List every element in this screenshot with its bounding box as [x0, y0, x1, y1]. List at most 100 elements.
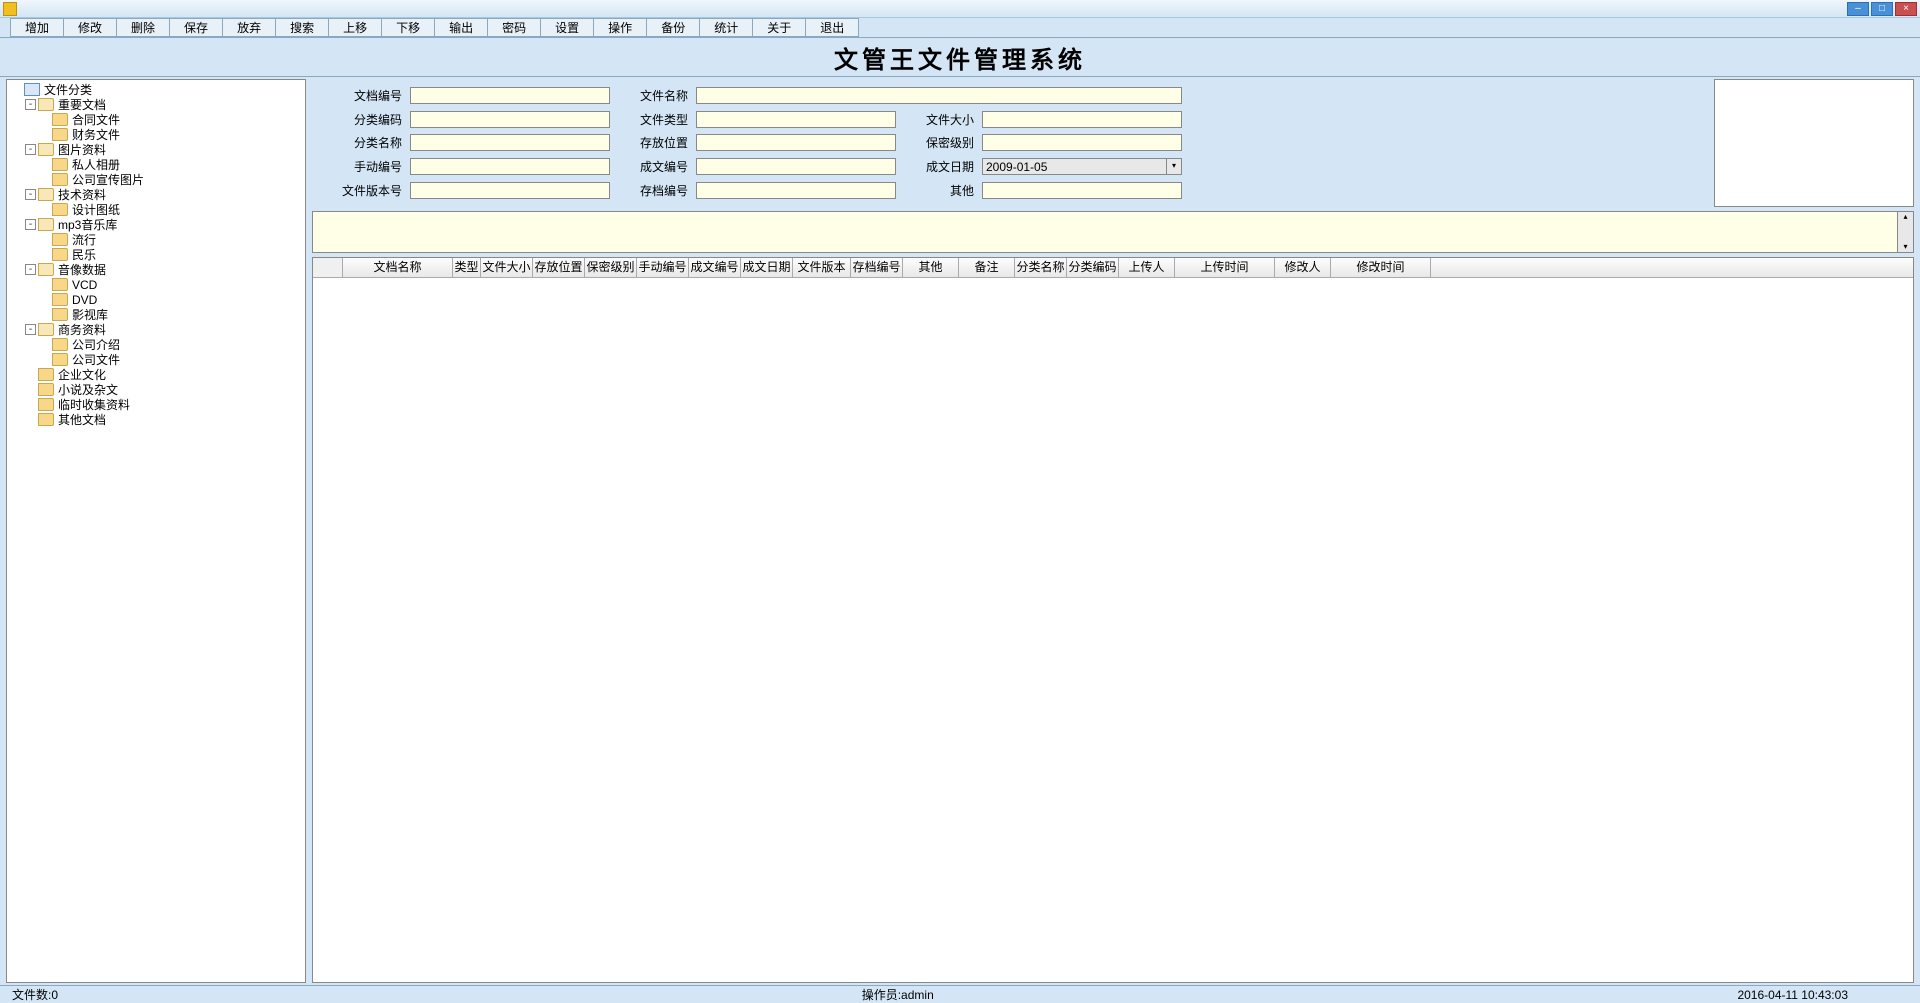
input-file-name[interactable] — [696, 87, 1182, 104]
toolbar-备份[interactable]: 备份 — [646, 18, 699, 37]
folder-open-icon — [38, 98, 54, 111]
tree-node-其他文档[interactable]: 其他文档 — [11, 412, 305, 427]
folder-open-icon — [38, 143, 54, 156]
tree-node-影视库[interactable]: 影视库 — [11, 307, 305, 322]
grid-col-文档名称[interactable]: 文档名称 — [343, 258, 453, 277]
grid-col-备注[interactable]: 备注 — [959, 258, 1015, 277]
close-button[interactable]: × — [1895, 2, 1917, 16]
notes-textarea[interactable] — [312, 211, 1898, 253]
input-cat-name[interactable] — [410, 134, 610, 151]
collapse-icon[interactable]: - — [25, 144, 36, 155]
minimize-button[interactable]: ‒ — [1847, 2, 1869, 16]
scroll-up-icon[interactable]: ▴ — [1898, 212, 1913, 222]
input-doc-no[interactable] — [410, 87, 610, 104]
grid-col-类型[interactable]: 类型 — [453, 258, 481, 277]
tree-node-文件分类[interactable]: 文件分类 — [11, 82, 305, 97]
collapse-icon[interactable]: - — [25, 99, 36, 110]
tree-node-技术资料[interactable]: -技术资料 — [11, 187, 305, 202]
toolbar-上移[interactable]: 上移 — [328, 18, 381, 37]
label-cat-name: 分类名称 — [332, 134, 402, 151]
toolbar-操作[interactable]: 操作 — [593, 18, 646, 37]
toolbar-下移[interactable]: 下移 — [381, 18, 434, 37]
input-store-loc[interactable] — [696, 134, 896, 151]
tree-node-公司宣传图片[interactable]: 公司宣传图片 — [11, 172, 305, 187]
tree-node-设计图纸[interactable]: 设计图纸 — [11, 202, 305, 217]
input-file-type[interactable] — [696, 111, 896, 128]
input-cat-code[interactable] — [410, 111, 610, 128]
category-tree: 文件分类-重要文档合同文件财务文件-图片资料私人相册公司宣传图片-技术资料设计图… — [7, 80, 305, 429]
grid-col-文件大小[interactable]: 文件大小 — [481, 258, 533, 277]
tree-node-临时收集资料[interactable]: 临时收集资料 — [11, 397, 305, 412]
grid-col-手动编号[interactable]: 手动编号 — [637, 258, 689, 277]
collapse-icon[interactable]: - — [25, 264, 36, 275]
input-sec-level[interactable] — [982, 134, 1182, 151]
maximize-button[interactable]: □ — [1871, 2, 1893, 16]
toolbar-退出[interactable]: 退出 — [805, 18, 859, 37]
grid-col-成文编号[interactable]: 成文编号 — [689, 258, 741, 277]
folder-icon — [38, 368, 54, 381]
grid-col-其他[interactable]: 其他 — [903, 258, 959, 277]
tree-node-企业文化[interactable]: 企业文化 — [11, 367, 305, 382]
grid-col-修改人[interactable]: 修改人 — [1275, 258, 1331, 277]
folder-open-icon — [38, 188, 54, 201]
grid-col-selector[interactable] — [313, 258, 343, 277]
tree-node-公司文件[interactable]: 公司文件 — [11, 352, 305, 367]
tree-node-音像数据[interactable]: - 音像数据 — [11, 262, 305, 277]
toolbar-修改[interactable]: 修改 — [63, 18, 116, 37]
folder-icon — [38, 413, 54, 426]
input-file-size[interactable] — [982, 111, 1182, 128]
tree-node-公司介绍[interactable]: 公司介绍 — [11, 337, 305, 352]
grid-col-上传时间[interactable]: 上传时间 — [1175, 258, 1275, 277]
grid-col-保密级别[interactable]: 保密级别 — [585, 258, 637, 277]
tree-node-财务文件[interactable]: 财务文件 — [11, 127, 305, 142]
input-version[interactable] — [410, 182, 610, 199]
scroll-track[interactable] — [1898, 222, 1913, 242]
tree-node-民乐[interactable]: 民乐 — [11, 247, 305, 262]
tree-node-VCD[interactable]: VCD — [11, 277, 305, 292]
grid-col-文件版本号[interactable]: 文件版本号 — [793, 258, 851, 277]
notes-scrollbar[interactable]: ▴ ▾ — [1898, 211, 1914, 253]
toolbar-保存[interactable]: 保存 — [169, 18, 222, 37]
tree-label: 音像数据 — [56, 261, 108, 278]
toolbar-增加[interactable]: 增加 — [10, 18, 63, 37]
input-manual-no[interactable] — [410, 158, 610, 175]
tree-node-DVD[interactable]: DVD — [11, 292, 305, 307]
grid-col-修改时间[interactable]: 修改时间 — [1331, 258, 1431, 277]
grid-col-上传人[interactable]: 上传人 — [1119, 258, 1175, 277]
folder-icon — [52, 353, 68, 366]
toolbar-设置[interactable]: 设置 — [540, 18, 593, 37]
toolbar-关于[interactable]: 关于 — [752, 18, 805, 37]
label-other: 其他 — [904, 182, 974, 199]
grid-col-分类编码[interactable]: 分类编码 — [1067, 258, 1119, 277]
grid-col-成文日期[interactable]: 成文日期 — [741, 258, 793, 277]
input-other[interactable] — [982, 182, 1182, 199]
tree-node-图片资料[interactable]: -图片资料 — [11, 142, 305, 157]
input-doc-ref[interactable] — [696, 158, 896, 175]
toolbar-密码[interactable]: 密码 — [487, 18, 540, 37]
label-file-size: 文件大小 — [904, 111, 974, 128]
tree-node-商务资料[interactable]: -商务资料 — [11, 322, 305, 337]
toolbar-放弃[interactable]: 放弃 — [222, 18, 275, 37]
toolbar-搜索[interactable]: 搜索 — [275, 18, 328, 37]
toolbar-统计[interactable]: 统计 — [699, 18, 752, 37]
collapse-icon[interactable]: - — [25, 219, 36, 230]
tree-node-流行[interactable]: 流行 — [11, 232, 305, 247]
input-doc-date[interactable] — [982, 158, 1168, 175]
tree-node-小说及杂文[interactable]: 小说及杂文 — [11, 382, 305, 397]
toolbar-删除[interactable]: 删除 — [116, 18, 169, 37]
scroll-down-icon[interactable]: ▾ — [1898, 242, 1913, 252]
grid-col-分类名称[interactable]: 分类名称 — [1015, 258, 1067, 277]
tree-node-重要文档[interactable]: -重要文档 — [11, 97, 305, 112]
folder-icon — [52, 248, 68, 261]
folder-open-icon — [38, 218, 54, 231]
tree-node-mp3音乐库[interactable]: -mp3音乐库 — [11, 217, 305, 232]
toolbar-输出[interactable]: 输出 — [434, 18, 487, 37]
grid-col-存放位置[interactable]: 存放位置 — [533, 258, 585, 277]
collapse-icon[interactable]: - — [25, 324, 36, 335]
date-picker-button[interactable]: ▾ — [1166, 158, 1182, 175]
grid-col-存档编号[interactable]: 存档编号 — [851, 258, 903, 277]
collapse-icon[interactable]: - — [25, 189, 36, 200]
tree-node-私人相册[interactable]: 私人相册 — [11, 157, 305, 172]
input-archive-no[interactable] — [696, 182, 896, 199]
tree-node-合同文件[interactable]: 合同文件 — [11, 112, 305, 127]
